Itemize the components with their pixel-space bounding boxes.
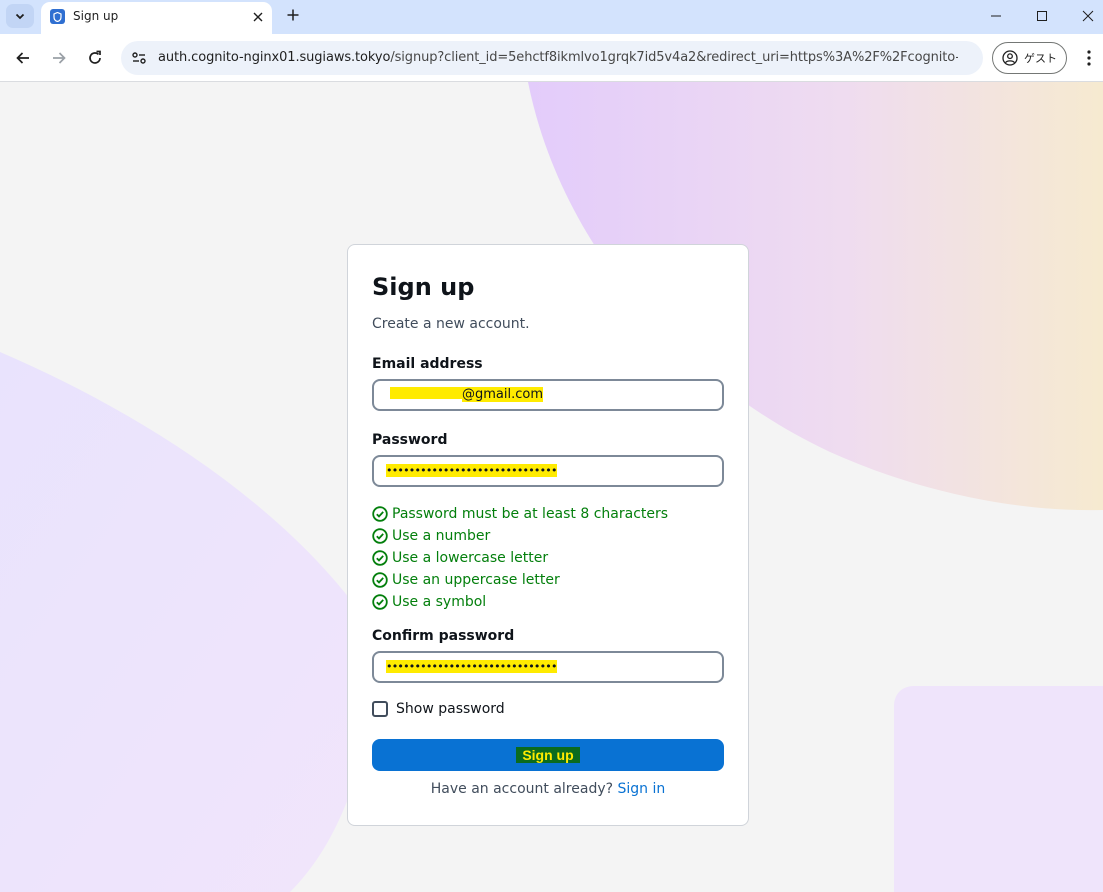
confirm-password-label: Confirm password [372,628,515,644]
page-viewport: Sign up Create a new account. Email addr… [0,82,1103,892]
browser-menu-button[interactable] [1078,46,1100,70]
plus-icon [287,9,299,21]
signup-card: Sign up Create a new account. Email addr… [347,244,749,826]
close-icon [1082,10,1094,22]
address-bar[interactable]: auth.cognito-nginx01.sugiaws.tokyo/signu… [121,41,983,75]
password-value: •••••••••••••••••••••••••••••• [386,463,557,478]
close-window-button[interactable] [1065,2,1103,30]
minimize-button[interactable] [973,2,1019,30]
requirement-item: Use a symbol [372,591,668,613]
url-text[interactable]: auth.cognito-nginx01.sugiaws.tokyo/signu… [158,50,958,65]
email-label: Email address [372,356,483,372]
url-path: /signup?client_id=5ehctf8ikmlvo1grqk7id5… [390,50,958,65]
password-requirements: Password must be at least 8 characters U… [372,503,668,613]
requirement-text: Use a number [392,528,491,544]
confirm-password-mask: •••••••••••••••••••••••••••••• [386,660,557,673]
shield-icon [50,9,65,24]
redaction-mark [390,387,462,399]
browser-toolbar: auth.cognito-nginx01.sugiaws.tokyo/signu… [0,34,1103,82]
profile-button[interactable]: ゲスト [992,42,1067,74]
show-password-label: Show password [396,701,505,717]
have-account-text: Have an account already? [430,781,614,797]
requirement-text: Password must be at least 8 characters [392,506,669,522]
show-password-toggle[interactable]: Show password [372,699,505,719]
active-tab[interactable]: Sign up [41,2,272,34]
check-circle-icon [372,506,388,522]
page-subtitle: Create a new account. [372,316,530,332]
requirement-text: Use an uppercase letter [392,572,560,588]
more-vertical-icon [1087,50,1091,66]
password-label: Password [372,432,448,448]
requirement-item: Use a lowercase letter [372,547,668,569]
minimize-icon [991,15,1001,17]
maximize-icon [1037,11,1047,21]
confirm-password-value: •••••••••••••••••••••••••••••• [386,659,557,674]
tab-strip: Sign up [0,0,1103,34]
password-mask: •••••••••••••••••••••••••••••• [386,464,557,477]
check-circle-icon [372,572,388,588]
sign-in-link[interactable]: Sign in [618,781,666,797]
requirement-text: Use a lowercase letter [392,550,549,566]
requirement-text: Use a symbol [392,594,487,610]
chevron-down-icon [15,13,25,20]
requirement-item: Use an uppercase letter [372,569,668,591]
back-button[interactable] [11,46,35,70]
check-circle-icon [372,528,388,544]
confirm-password-field[interactable]: •••••••••••••••••••••••••••••• [372,651,724,683]
close-tab-button[interactable] [249,8,267,26]
account-circle-icon [1002,50,1018,66]
maximize-button[interactable] [1019,2,1065,30]
close-icon [253,12,263,22]
tab-search-button[interactable] [6,4,34,28]
email-value: @gmail.com [390,387,544,402]
new-tab-button[interactable] [282,4,304,26]
forward-button[interactable] [47,46,71,70]
show-password-checkbox[interactable] [372,701,388,717]
password-field[interactable]: •••••••••••••••••••••••••••••• [372,455,724,487]
check-circle-icon [372,550,388,566]
reload-icon [89,50,101,64]
page-title: Sign up [372,273,475,301]
requirement-item: Password must be at least 8 characters [372,503,668,525]
email-field[interactable]: @gmail.com [372,379,724,411]
arrow-right-icon [53,52,66,64]
sign-in-prompt: Have an account already? Sign in [348,781,748,797]
check-circle-icon [372,594,388,610]
tab-title: Sign up [73,9,119,23]
sign-up-button-label: Sign up [516,747,580,763]
profile-label: ゲスト [1024,52,1057,65]
sign-up-button[interactable]: Sign up [372,739,724,771]
arrow-left-icon [16,52,29,64]
email-value-text: @gmail.com [462,387,544,402]
site-settings-icon[interactable] [129,48,149,68]
url-host: auth.cognito-nginx01.sugiaws.tokyo [158,50,391,65]
reload-button[interactable] [83,46,107,70]
requirement-item: Use a number [372,525,668,547]
